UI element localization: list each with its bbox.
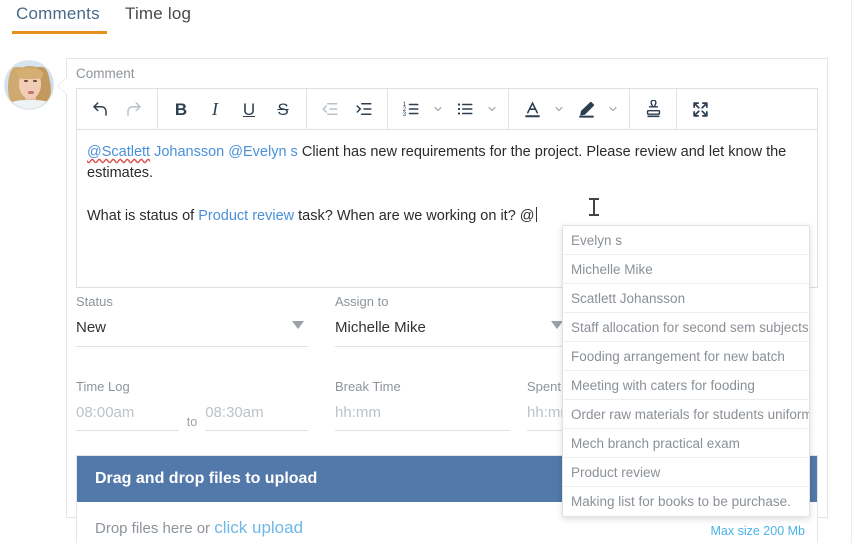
avatar-image [4,60,54,110]
toolbar-group-indent [307,89,388,130]
upload-max-size: Max size 200 Mb [711,524,805,538]
unordered-list-icon[interactable] [448,94,482,124]
comment-paragraph-2-pre: What is status of [87,208,198,224]
time-log-to-underline [205,430,308,431]
time-log-from[interactable]: 08:00am [76,404,179,431]
redo-icon[interactable] [117,94,151,124]
active-tab-indicator [12,31,107,34]
upload-hint-text: Drop files here or [95,520,214,537]
strikethrough-icon[interactable]: S [266,94,300,124]
chevron-down-icon[interactable] [428,94,448,124]
chevron-down-icon[interactable] [603,94,623,124]
assign-to-select[interactable]: Michelle Mike [335,319,567,347]
tab-time-log[interactable]: Time log [125,4,191,24]
undo-icon[interactable] [83,94,117,124]
tab-comments-label: Comments [16,4,100,23]
break-time-input[interactable]: hh:mm [335,404,510,431]
status-select[interactable]: New [76,319,308,347]
mention-option[interactable]: Order raw materials for students uniform [563,400,809,429]
toolbar-group-fullscreen [677,89,723,130]
toolbar-group-colors [509,89,630,130]
mention-option[interactable]: Evelyn s [563,226,809,255]
text-color-icon[interactable] [515,94,549,124]
chevron-down-icon [292,321,304,329]
time-log-separator: to [179,415,205,431]
mention-suggestion-dropdown[interactable]: Evelyn s Michelle Mike Scatlett Johansso… [562,225,810,517]
field-status-label: Status [76,294,308,309]
mention-option[interactable]: Fooding arrangement for new batch [563,342,809,371]
tab-comments[interactable]: Comments [16,4,100,24]
toolbar-group-history [77,89,158,130]
mention-option[interactable]: Mech branch practical exam [563,429,809,458]
mention-option[interactable]: Product review [563,458,809,487]
chevron-down-icon[interactable] [549,94,569,124]
break-time-underline [335,430,510,431]
field-break-time: Break Time hh:mm [335,379,510,431]
field-break-time-label: Break Time [335,379,510,394]
underline-icon[interactable]: U [232,94,266,124]
card-pointer [58,78,67,94]
comment-panel-screen: Comments Time log Comment [0,0,852,543]
task-link-product-review[interactable]: Product review [198,208,294,224]
field-time-log-label: Time Log [76,379,308,394]
comment-paragraph-2: What is status of Product review task? W… [87,206,807,227]
mention-option[interactable]: Making list for books to be purchase. [563,487,809,516]
assign-to-underline [335,346,567,347]
break-time-placeholder: hh:mm [335,404,510,421]
tab-bar: Comments Time log [0,0,852,40]
indent-icon[interactable] [347,94,381,124]
toolbar-group-lists: 1 2 3 [388,89,509,130]
status-underline [76,346,308,347]
time-log-to[interactable]: 08:30am [205,404,308,431]
mention-scatlett[interactable]: @Scatlett [87,144,150,160]
field-time-log: Time Log 08:00am to 08:30am [76,379,308,431]
svg-text:3: 3 [403,112,407,118]
italic-icon[interactable]: I [198,94,232,124]
outdent-icon[interactable] [313,94,347,124]
mention-option[interactable]: Staff allocation for second sem subjects [563,313,809,342]
stamp-icon[interactable] [636,94,670,124]
text-caret [536,207,537,222]
status-select-value: New [76,319,308,336]
time-log-from-underline [76,430,179,431]
tab-time-log-label: Time log [125,4,191,23]
ordered-list-icon[interactable]: 1 2 3 [394,94,428,124]
highlight-color-icon[interactable] [569,94,603,124]
mention-option[interactable]: Michelle Mike [563,255,809,284]
time-log-from-value: 08:00am [76,404,179,421]
toolbar-group-format: B I U S [158,89,307,130]
bold-icon[interactable]: B [164,94,198,124]
field-assign-to: Assign to Michelle Mike [335,294,567,347]
assign-to-select-value: Michelle Mike [335,319,567,336]
avatar [4,60,54,110]
mention-option[interactable]: Scatlett Johansson [563,284,809,313]
editor-toolbar: B I U S [77,89,817,130]
time-log-to-value: 08:30am [205,404,308,421]
click-upload-link[interactable]: click upload [214,518,303,537]
comment-paragraph-2-post: task? When are we working on it? @ [294,208,534,224]
mention-option[interactable]: Meeting with caters for fooding [563,371,809,400]
upload-banner-title: Drag and drop files to upload [95,470,317,487]
mention-scatlett-last[interactable]: Johansson [150,144,224,160]
field-status: Status New [76,294,308,347]
comment-paragraph-1: @Scatlett Johansson @Evelyn s Client has… [87,142,807,184]
toolbar-group-stamp [630,89,677,130]
mention-evelyn[interactable]: @Evelyn s [224,144,298,160]
fullscreen-icon[interactable] [683,94,717,124]
chevron-down-icon[interactable] [482,94,502,124]
field-assign-to-label: Assign to [335,294,567,309]
mouse-cursor-ibeam [589,198,599,216]
comment-label: Comment [76,66,135,81]
